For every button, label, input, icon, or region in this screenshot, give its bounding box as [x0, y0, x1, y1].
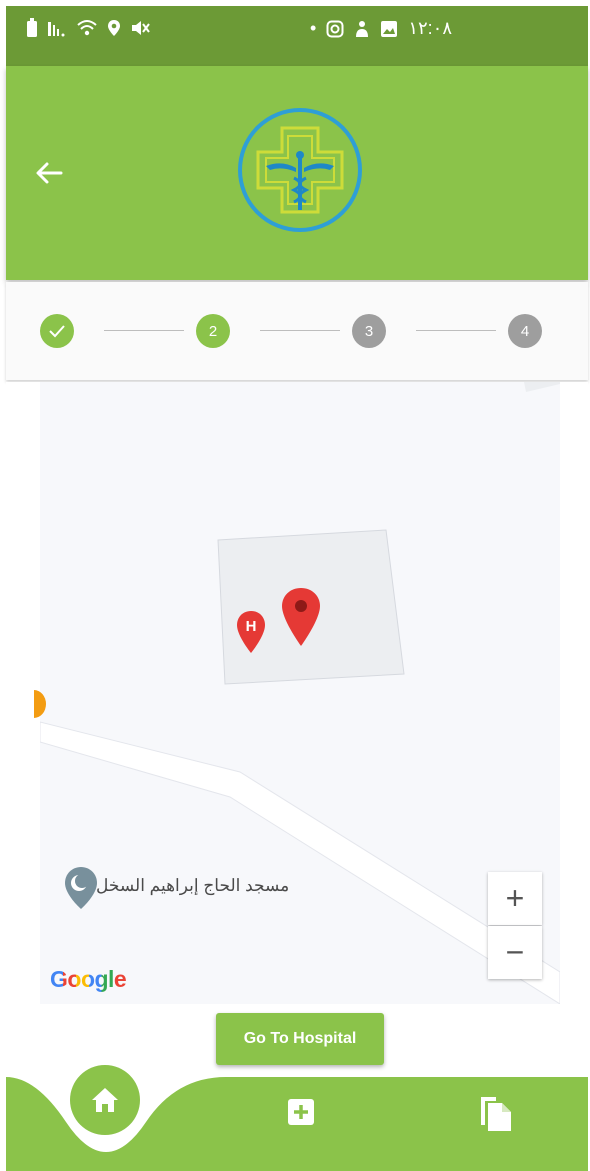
stepper — [6, 282, 588, 380]
step-connector — [104, 330, 184, 331]
mute-icon — [132, 21, 150, 35]
app-logo — [236, 106, 364, 234]
step-connector — [416, 330, 496, 331]
hospital-marker-letter: H — [246, 618, 257, 635]
google-attribution: Google — [50, 966, 127, 993]
step-3[interactable]: 3 — [352, 314, 386, 348]
wifi-icon — [77, 20, 97, 36]
battery-icon — [27, 18, 37, 37]
status-time: ١٢:٠٨ — [408, 18, 452, 38]
back-arrow-icon[interactable] — [34, 160, 64, 186]
app-notification-icon — [356, 20, 369, 37]
map-view[interactable] — [40, 382, 560, 1004]
mosque-marker-icon[interactable] — [64, 866, 98, 910]
zoom-in-button[interactable]: + — [488, 872, 542, 925]
step-4[interactable]: 4 — [508, 314, 542, 348]
step-1-completed[interactable] — [40, 314, 74, 348]
hospital-marker-icon[interactable]: H — [236, 610, 266, 654]
add-box-icon — [288, 1099, 314, 1125]
zoom-in-label: + — [505, 880, 525, 916]
nav-documents-button[interactable] — [476, 1093, 516, 1133]
map-poi-marker-icon[interactable] — [34, 690, 48, 718]
location-pin-icon[interactable] — [281, 587, 321, 647]
notification-dot: • — [310, 18, 317, 38]
instagram-icon — [326, 20, 344, 37]
nav-home-button[interactable] — [70, 1065, 140, 1135]
go-to-hospital-button[interactable]: Go To Hospital — [216, 1013, 384, 1065]
google-logo-text: Google — [50, 966, 127, 992]
status-icons-right: • ١٢:٠٨ — [310, 18, 452, 39]
home-icon — [92, 1088, 118, 1112]
map-place-label: مسجد الحاج إبراهيم السخل — [96, 876, 290, 895]
step-2[interactable]: 2 — [196, 314, 230, 348]
zoom-out-button[interactable]: − — [488, 926, 542, 979]
signal-icon — [48, 22, 65, 37]
location-icon — [108, 20, 120, 36]
nav-add-button[interactable] — [284, 1095, 318, 1129]
status-icons-left — [26, 18, 150, 38]
gallery-icon — [381, 20, 398, 37]
documents-icon — [481, 1097, 511, 1131]
check-icon — [49, 325, 65, 338]
zoom-out-label: − — [505, 934, 525, 970]
step-connector — [260, 330, 340, 331]
map-margin-right — [560, 382, 588, 1004]
